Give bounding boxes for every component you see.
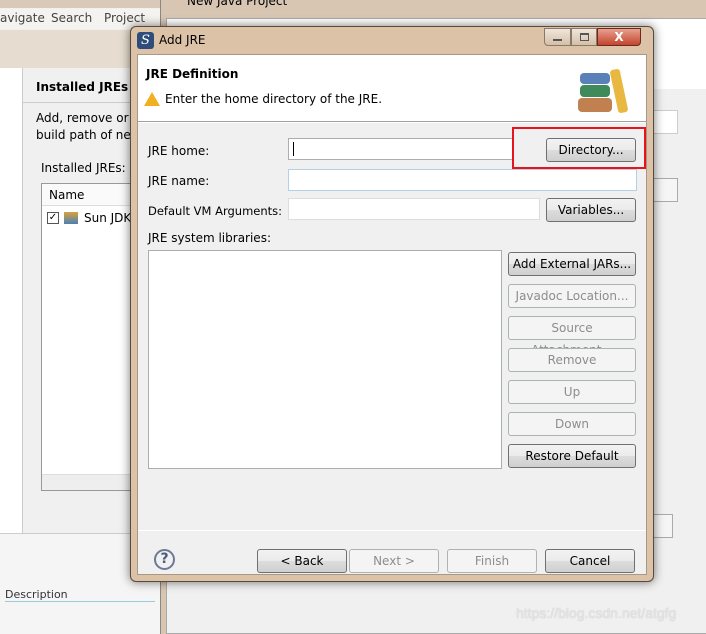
watermark: https://blog.csdn.net/atgfg xyxy=(516,605,677,621)
highlight-box xyxy=(512,127,646,169)
minimize-button[interactable] xyxy=(544,28,571,46)
jre-name-label: JRE name: xyxy=(148,174,210,188)
description-text: build path of ne xyxy=(36,128,131,142)
vm-arguments-input[interactable] xyxy=(288,198,540,220)
variables-button[interactable]: Variables... xyxy=(546,198,636,222)
dialog-title: Add JRE xyxy=(159,33,206,47)
description-text: Add, remove or xyxy=(36,111,129,125)
footer-separator xyxy=(138,530,646,531)
add-external-jars-button[interactable]: Add External JARs... xyxy=(508,252,636,276)
remove-button[interactable]: Remove xyxy=(508,348,636,372)
header-message: Enter the home directory of the JRE. xyxy=(165,92,383,106)
finish-button[interactable]: Finish xyxy=(447,549,537,573)
menu-search[interactable]: Search xyxy=(51,11,92,25)
header-title: JRE Definition xyxy=(146,67,239,81)
installed-jres-label: Installed JREs: xyxy=(41,161,126,175)
jre-name-input[interactable] xyxy=(288,169,637,191)
horizontal-scrollbar[interactable] xyxy=(42,474,142,490)
menu-project[interactable]: Project xyxy=(104,11,145,25)
back-button[interactable]: < Back xyxy=(257,549,347,573)
source-attachment-button[interactable]: Source Attachment... xyxy=(508,316,636,357)
restore-default-button[interactable]: Restore Default xyxy=(508,444,636,468)
description-tab[interactable]: Description xyxy=(5,588,155,602)
library-books-icon xyxy=(578,67,638,117)
system-libraries-list[interactable] xyxy=(148,250,502,469)
up-button[interactable]: Up xyxy=(508,380,636,404)
add-jre-dialog: S Add JRE X JRE Definition Enter the hom… xyxy=(130,26,654,582)
warning-icon xyxy=(144,92,160,106)
jre-home-label: JRE home: xyxy=(148,144,210,158)
menu-navigate[interactable]: avigate xyxy=(0,11,45,25)
cancel-button[interactable]: Cancel xyxy=(545,549,635,573)
window-title: New Java Project xyxy=(187,0,288,8)
close-button[interactable]: X xyxy=(597,28,641,46)
text-cursor xyxy=(293,142,294,156)
close-icon: X xyxy=(614,30,624,44)
column-name[interactable]: Name xyxy=(49,188,84,202)
installed-jres-title: Installed JREs xyxy=(36,80,129,94)
maximize-button[interactable] xyxy=(571,28,597,46)
down-button[interactable]: Down xyxy=(508,412,636,436)
eclipse-icon: S xyxy=(137,32,154,49)
next-button[interactable]: Next > xyxy=(349,549,439,573)
wizard-header: JRE Definition Enter the home directory … xyxy=(138,55,646,122)
javadoc-location-button[interactable]: Javadoc Location... xyxy=(508,284,636,308)
vm-arguments-label: Default VM Arguments: xyxy=(148,204,283,218)
help-icon[interactable]: ? xyxy=(154,549,175,570)
jdk-icon xyxy=(64,212,78,224)
jre-table[interactable]: Name ✓ Sun JDK xyxy=(41,183,142,491)
jre-home-input[interactable] xyxy=(288,138,513,160)
checkbox[interactable]: ✓ xyxy=(47,212,59,224)
system-libraries-label: JRE system libraries: xyxy=(148,231,271,245)
